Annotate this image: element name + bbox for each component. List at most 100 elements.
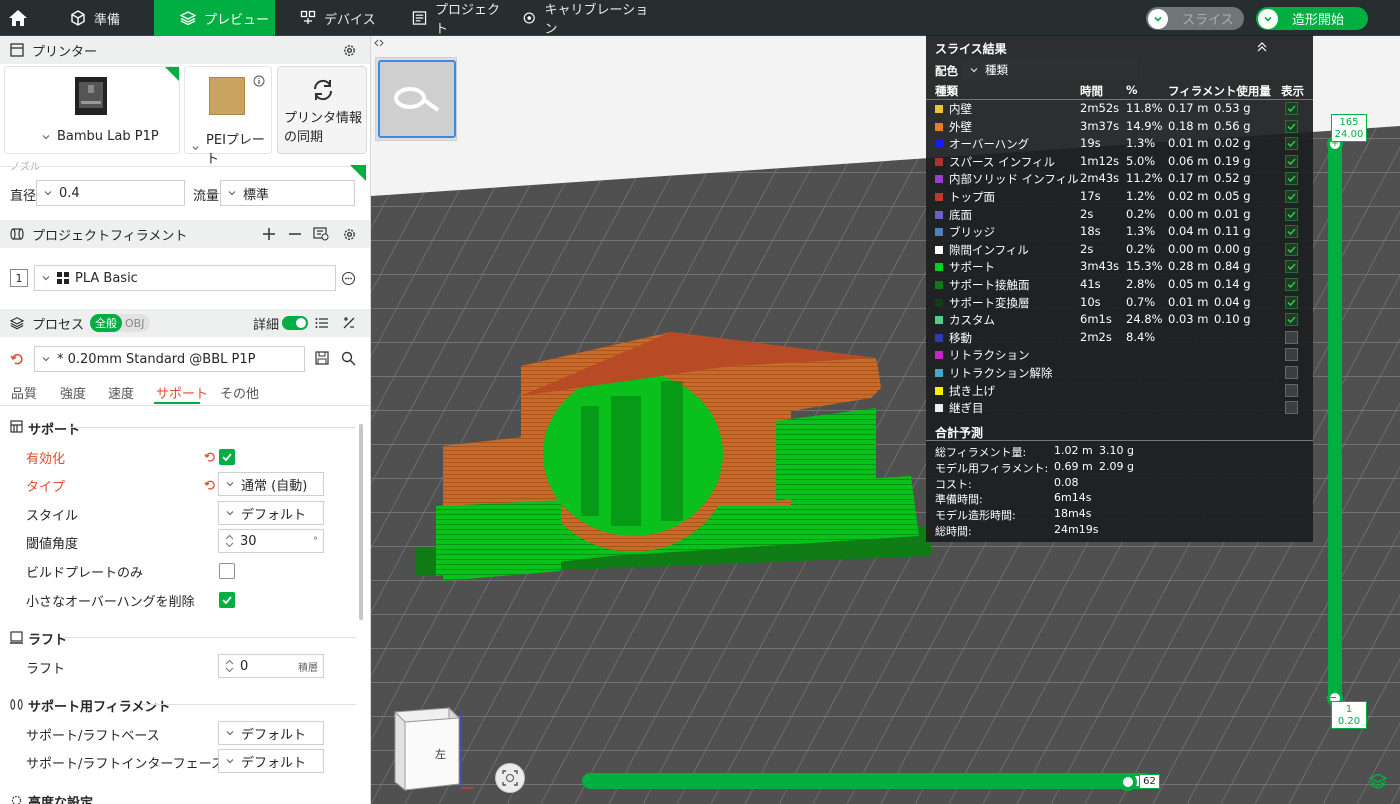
scrollbar[interactable] bbox=[359, 424, 363, 620]
tab-speed[interactable]: 速度 bbox=[108, 383, 134, 402]
process-profile-select[interactable]: * 0.20mm Standard @BBL P1P bbox=[34, 346, 305, 372]
feature-name: 内壁 bbox=[949, 102, 972, 116]
raft-layers-input[interactable]: 0 積層 bbox=[218, 654, 324, 678]
gear-icon[interactable] bbox=[342, 227, 357, 242]
move-slider-track[interactable] bbox=[582, 773, 1152, 789]
feature-name: 移動 bbox=[949, 330, 972, 345]
feature-row: 隙間インフィル 2s 0.2% 0.00 m 0.00 g bbox=[926, 241, 1313, 258]
search-icon[interactable] bbox=[341, 351, 356, 366]
filament-select[interactable]: PLA Basic bbox=[34, 265, 336, 291]
base-select[interactable]: デフォルト bbox=[218, 721, 324, 745]
plate-image bbox=[209, 77, 245, 115]
visibility-checkbox[interactable] bbox=[1285, 172, 1298, 186]
move-slider-thumb[interactable] bbox=[1119, 773, 1138, 791]
view-cube[interactable]: 左 bbox=[389, 704, 473, 798]
feature-time: 2m52s bbox=[1080, 101, 1120, 115]
tab-strength[interactable]: 強度 bbox=[60, 383, 86, 402]
color-swatch bbox=[935, 105, 943, 113]
visibility-checkbox[interactable] bbox=[1285, 383, 1298, 397]
visibility-checkbox[interactable] bbox=[1285, 242, 1298, 256]
visibility-checkbox[interactable] bbox=[1285, 330, 1298, 344]
check-icon bbox=[1287, 175, 1296, 183]
visibility-checkbox[interactable] bbox=[1285, 119, 1298, 133]
type-select[interactable]: 通常 (自動) bbox=[218, 472, 324, 496]
visibility-checkbox[interactable] bbox=[1285, 260, 1298, 274]
tab-others[interactable]: その他 bbox=[220, 383, 259, 402]
info-icon[interactable] bbox=[253, 75, 265, 87]
slice-button[interactable]: スライス bbox=[1146, 7, 1244, 30]
tab-support[interactable]: サポート bbox=[156, 383, 208, 402]
minus-icon[interactable] bbox=[288, 227, 302, 241]
buildplate-only-checkbox[interactable] bbox=[219, 563, 235, 579]
visibility-checkbox[interactable] bbox=[1285, 225, 1298, 239]
print-dropdown[interactable] bbox=[1258, 8, 1278, 29]
process-scope-toggle[interactable]: 全般 OBJ bbox=[90, 314, 150, 332]
slice-dropdown[interactable] bbox=[1148, 8, 1168, 29]
plus-icon[interactable] bbox=[262, 227, 276, 241]
feature-len: 0.02 m bbox=[1168, 189, 1209, 203]
spinner-icon[interactable] bbox=[225, 534, 234, 548]
save-icon[interactable] bbox=[315, 351, 329, 365]
tab-project[interactable]: プロジェクト bbox=[398, 0, 508, 37]
filament-sync-icon[interactable] bbox=[313, 227, 329, 241]
collapse-icon[interactable] bbox=[1256, 41, 1268, 53]
check-icon bbox=[222, 453, 232, 462]
visibility-checkbox[interactable] bbox=[1285, 207, 1298, 221]
tab-label: デバイス bbox=[324, 12, 376, 28]
visibility-checkbox[interactable] bbox=[1285, 154, 1298, 168]
tab-preview[interactable]: プレビュー bbox=[154, 0, 275, 36]
enable-support-checkbox[interactable] bbox=[219, 449, 235, 465]
reset-icon[interactable] bbox=[204, 479, 216, 491]
layer-slider-track[interactable] bbox=[1328, 141, 1342, 707]
home-button[interactable] bbox=[0, 0, 36, 36]
print-button[interactable]: 造形開始 bbox=[1256, 7, 1368, 30]
check-icon bbox=[1287, 105, 1296, 113]
tab-quality[interactable]: 品質 bbox=[11, 383, 37, 402]
detail-toggle[interactable] bbox=[282, 316, 308, 330]
more-options-icon[interactable] bbox=[341, 271, 356, 286]
reset-icon[interactable] bbox=[10, 352, 24, 366]
gear-icon[interactable] bbox=[342, 43, 357, 58]
color-scheme-select[interactable]: 種類 bbox=[963, 60, 1137, 79]
plate-card[interactable]: PEIプレート bbox=[184, 66, 272, 167]
plate-select[interactable]: PEIプレート bbox=[191, 129, 271, 167]
reset-icon[interactable] bbox=[204, 451, 216, 463]
plate-thumbnail-panel bbox=[375, 57, 457, 141]
tab-device[interactable]: デバイス bbox=[280, 0, 390, 36]
feature-row: スパース インフィル 1m12s 5.0% 0.06 m 0.19 g bbox=[926, 153, 1313, 170]
tab-calibration[interactable]: キャリブレーション bbox=[510, 0, 650, 37]
toggle-global[interactable]: 全般 bbox=[90, 314, 122, 332]
slice-result-title: スライス結果 bbox=[935, 42, 1007, 56]
layers-view-icon[interactable] bbox=[1369, 772, 1387, 790]
advanced-section-title: 高度な設定 bbox=[28, 796, 94, 804]
printer-model-select[interactable]: Bambu Lab P1P bbox=[41, 129, 159, 144]
sync-printer-button[interactable]: プリンタ情報の同期 bbox=[277, 66, 367, 154]
visibility-checkbox[interactable] bbox=[1285, 102, 1298, 115]
visibility-checkbox[interactable] bbox=[1285, 137, 1298, 151]
check-icon bbox=[1287, 281, 1296, 289]
flow-select[interactable]: 標準 bbox=[220, 180, 355, 206]
diameter-select[interactable]: 0.4 bbox=[36, 180, 185, 206]
remove-small-overhang-checkbox[interactable] bbox=[219, 592, 235, 608]
spinner-icon[interactable] bbox=[225, 659, 234, 673]
list-icon[interactable] bbox=[315, 316, 329, 330]
raft-section-title: ラフト bbox=[28, 633, 68, 648]
tab-prepare[interactable]: 準備 bbox=[52, 0, 152, 36]
threshold-input[interactable]: 30 ° bbox=[218, 529, 324, 553]
style-select[interactable]: デフォルト bbox=[218, 501, 324, 525]
visibility-checkbox[interactable] bbox=[1285, 366, 1298, 379]
visibility-checkbox[interactable] bbox=[1285, 190, 1298, 203]
collapse-panel-icon[interactable] bbox=[374, 38, 384, 48]
plate-thumbnail[interactable] bbox=[378, 60, 456, 138]
printer-card[interactable]: Bambu Lab P1P bbox=[4, 66, 180, 154]
visibility-checkbox[interactable] bbox=[1285, 401, 1298, 415]
visibility-checkbox[interactable] bbox=[1285, 348, 1298, 362]
visibility-checkbox[interactable] bbox=[1285, 295, 1298, 309]
visibility-checkbox[interactable] bbox=[1285, 313, 1298, 327]
layers-icon bbox=[180, 11, 196, 26]
toggle-obj[interactable]: OBJ bbox=[125, 317, 144, 330]
fit-view-button[interactable] bbox=[495, 763, 525, 793]
visibility-checkbox[interactable] bbox=[1285, 278, 1298, 291]
interface-select[interactable]: デフォルト bbox=[218, 749, 324, 773]
compare-icon[interactable] bbox=[342, 316, 356, 330]
